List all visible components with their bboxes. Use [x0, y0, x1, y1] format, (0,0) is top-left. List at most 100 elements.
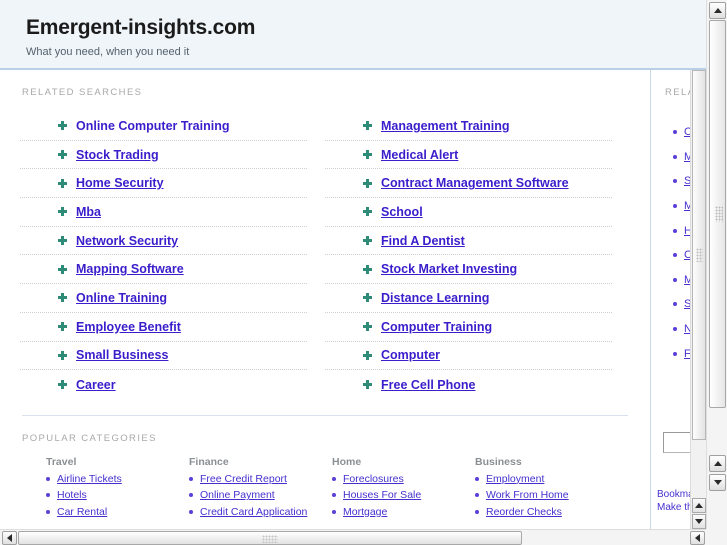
star-bullet-icon [363, 236, 372, 246]
sidebar-scroll-up-button[interactable] [692, 498, 706, 513]
star-bullet-icon [363, 207, 372, 217]
dot-bullet-icon [673, 253, 677, 258]
related-search-item[interactable]: Stock Market Investing [325, 255, 612, 285]
category-item[interactable]: Houses For Sale [332, 489, 475, 501]
related-search-link[interactable]: Online Training [76, 291, 167, 305]
category-item[interactable]: Employment [475, 473, 618, 485]
sidebar-inner: RELATED Online Computer TrainingManageme… [651, 70, 693, 529]
category-title: Home [332, 455, 362, 468]
related-search-item[interactable]: Mba [20, 198, 307, 227]
related-search-link[interactable]: Employee Benefit [76, 320, 181, 334]
bookmark-page-link[interactable]: Bookmark this page [657, 488, 693, 501]
browser-horizontal-scrollbar[interactable] [0, 529, 727, 545]
category-item[interactable]: Reorder Checks [475, 506, 618, 518]
category-link[interactable]: Employment [486, 473, 544, 485]
category-item[interactable]: Credit Card Application [189, 506, 332, 518]
sidebar-search-input[interactable] [663, 432, 693, 453]
category-item[interactable]: Foreclosures [332, 473, 475, 485]
star-bullet-icon [58, 121, 67, 131]
related-search-link[interactable]: Free Cell Phone [381, 378, 475, 392]
sidebar-scrollbar-thumb[interactable] [692, 70, 706, 440]
page-horizontal-scrollbar-thumb[interactable] [18, 531, 522, 545]
dot-bullet-icon [46, 493, 50, 498]
category-link[interactable]: Mortgage [343, 506, 387, 518]
category-link[interactable]: Reorder Checks [486, 506, 562, 518]
related-search-link[interactable]: Find A Dentist [381, 234, 465, 248]
related-search-link[interactable]: Mba [76, 205, 101, 219]
page-vertical-scrollbar-thumb[interactable] [709, 20, 726, 408]
category-item[interactable]: Car Rental [46, 506, 189, 518]
related-search-item[interactable]: Small Business [20, 342, 307, 371]
triangle-left-icon [7, 534, 12, 542]
related-search-item[interactable]: Mapping Software [20, 255, 307, 285]
triangle-up-icon [695, 503, 703, 508]
dot-bullet-icon [475, 493, 479, 498]
make-homepage-link[interactable]: Make this my homepage [657, 501, 693, 514]
related-search-item[interactable]: Computer Training [325, 313, 612, 342]
category-item[interactable]: Free Credit Report [189, 473, 332, 485]
category-item[interactable]: Work From Home [475, 489, 618, 501]
related-search-link[interactable]: Stock Market Investing [381, 262, 517, 276]
related-search-item[interactable]: Computer [325, 342, 612, 371]
category-link[interactable]: Airline Tickets [57, 473, 122, 485]
related-search-item[interactable]: Network Security [20, 227, 307, 256]
related-search-item[interactable]: Distance Learning [325, 284, 612, 313]
category-link[interactable]: Houses For Sale [343, 489, 421, 501]
dot-bullet-icon [46, 476, 50, 481]
related-searches-heading: RELATED SEARCHES [22, 87, 143, 98]
dot-bullet-icon [189, 509, 193, 514]
related-search-item[interactable]: Online Computer Training [20, 112, 307, 141]
sidebar-scroll-down-button[interactable] [692, 514, 706, 529]
related-search-item[interactable]: Home Security [20, 169, 307, 199]
page-scroll-up-button-lower[interactable] [709, 455, 726, 472]
related-search-link[interactable]: Online Computer Training [76, 119, 229, 133]
dot-bullet-icon [673, 130, 677, 135]
related-search-item[interactable]: Career [20, 370, 307, 399]
related-search-item[interactable]: Free Cell Phone [325, 370, 612, 399]
related-search-item[interactable]: Online Training [20, 284, 307, 313]
category-link[interactable]: Work From Home [486, 489, 569, 501]
related-search-link[interactable]: Contract Management Software [381, 176, 569, 190]
star-bullet-icon [58, 380, 67, 390]
related-search-link[interactable]: School [381, 205, 423, 219]
related-search-item[interactable]: Management Training [325, 112, 612, 141]
star-bullet-icon [58, 293, 67, 303]
related-search-link[interactable]: Small Business [76, 348, 168, 362]
page-scroll-up-button[interactable] [709, 2, 726, 19]
related-search-link[interactable]: Network Security [76, 234, 178, 248]
page-scroll-left-button-end[interactable] [690, 531, 705, 545]
related-search-link[interactable]: Distance Learning [381, 291, 489, 305]
scrollbar-grip-icon [696, 248, 703, 262]
category-column: Home Foreclosures Houses For Sale Mortgage [332, 456, 475, 523]
category-link[interactable]: Foreclosures [343, 473, 404, 485]
related-search-link[interactable]: Computer Training [381, 320, 492, 334]
related-search-link[interactable]: Home Security [76, 176, 164, 190]
related-search-link[interactable]: Medical Alert [381, 148, 458, 162]
sidebar-vertical-scrollbar[interactable] [690, 70, 706, 529]
category-link[interactable]: Free Credit Report [200, 473, 287, 485]
category-link[interactable]: Car Rental [57, 506, 107, 518]
category-link[interactable]: Credit Card Application [200, 506, 307, 518]
related-search-link[interactable]: Management Training [381, 119, 510, 133]
related-search-item[interactable]: School [325, 198, 612, 227]
page-scroll-left-button[interactable] [2, 531, 17, 545]
related-search-link[interactable]: Career [76, 378, 116, 392]
category-link[interactable]: Hotels [57, 489, 87, 501]
category-item[interactable]: Hotels [46, 489, 189, 501]
browser-vertical-scrollbar[interactable] [706, 0, 727, 529]
scrollbar-grip-icon [715, 206, 723, 222]
related-search-link[interactable]: Stock Trading [76, 148, 159, 162]
related-search-link[interactable]: Computer [381, 348, 440, 362]
page-scroll-down-button[interactable] [709, 474, 726, 491]
related-search-item[interactable]: Stock Trading [20, 141, 307, 170]
category-link[interactable]: Online Payment [200, 489, 275, 501]
category-item[interactable]: Online Payment [189, 489, 332, 501]
category-item[interactable]: Airline Tickets [46, 473, 189, 485]
category-item[interactable]: Mortgage [332, 506, 475, 518]
related-search-item[interactable]: Employee Benefit [20, 313, 307, 342]
related-search-item[interactable]: Contract Management Software [325, 169, 612, 199]
dot-bullet-icon [332, 509, 336, 514]
related-search-link[interactable]: Mapping Software [76, 262, 184, 276]
related-search-item[interactable]: Find A Dentist [325, 227, 612, 256]
related-search-item[interactable]: Medical Alert [325, 141, 612, 170]
